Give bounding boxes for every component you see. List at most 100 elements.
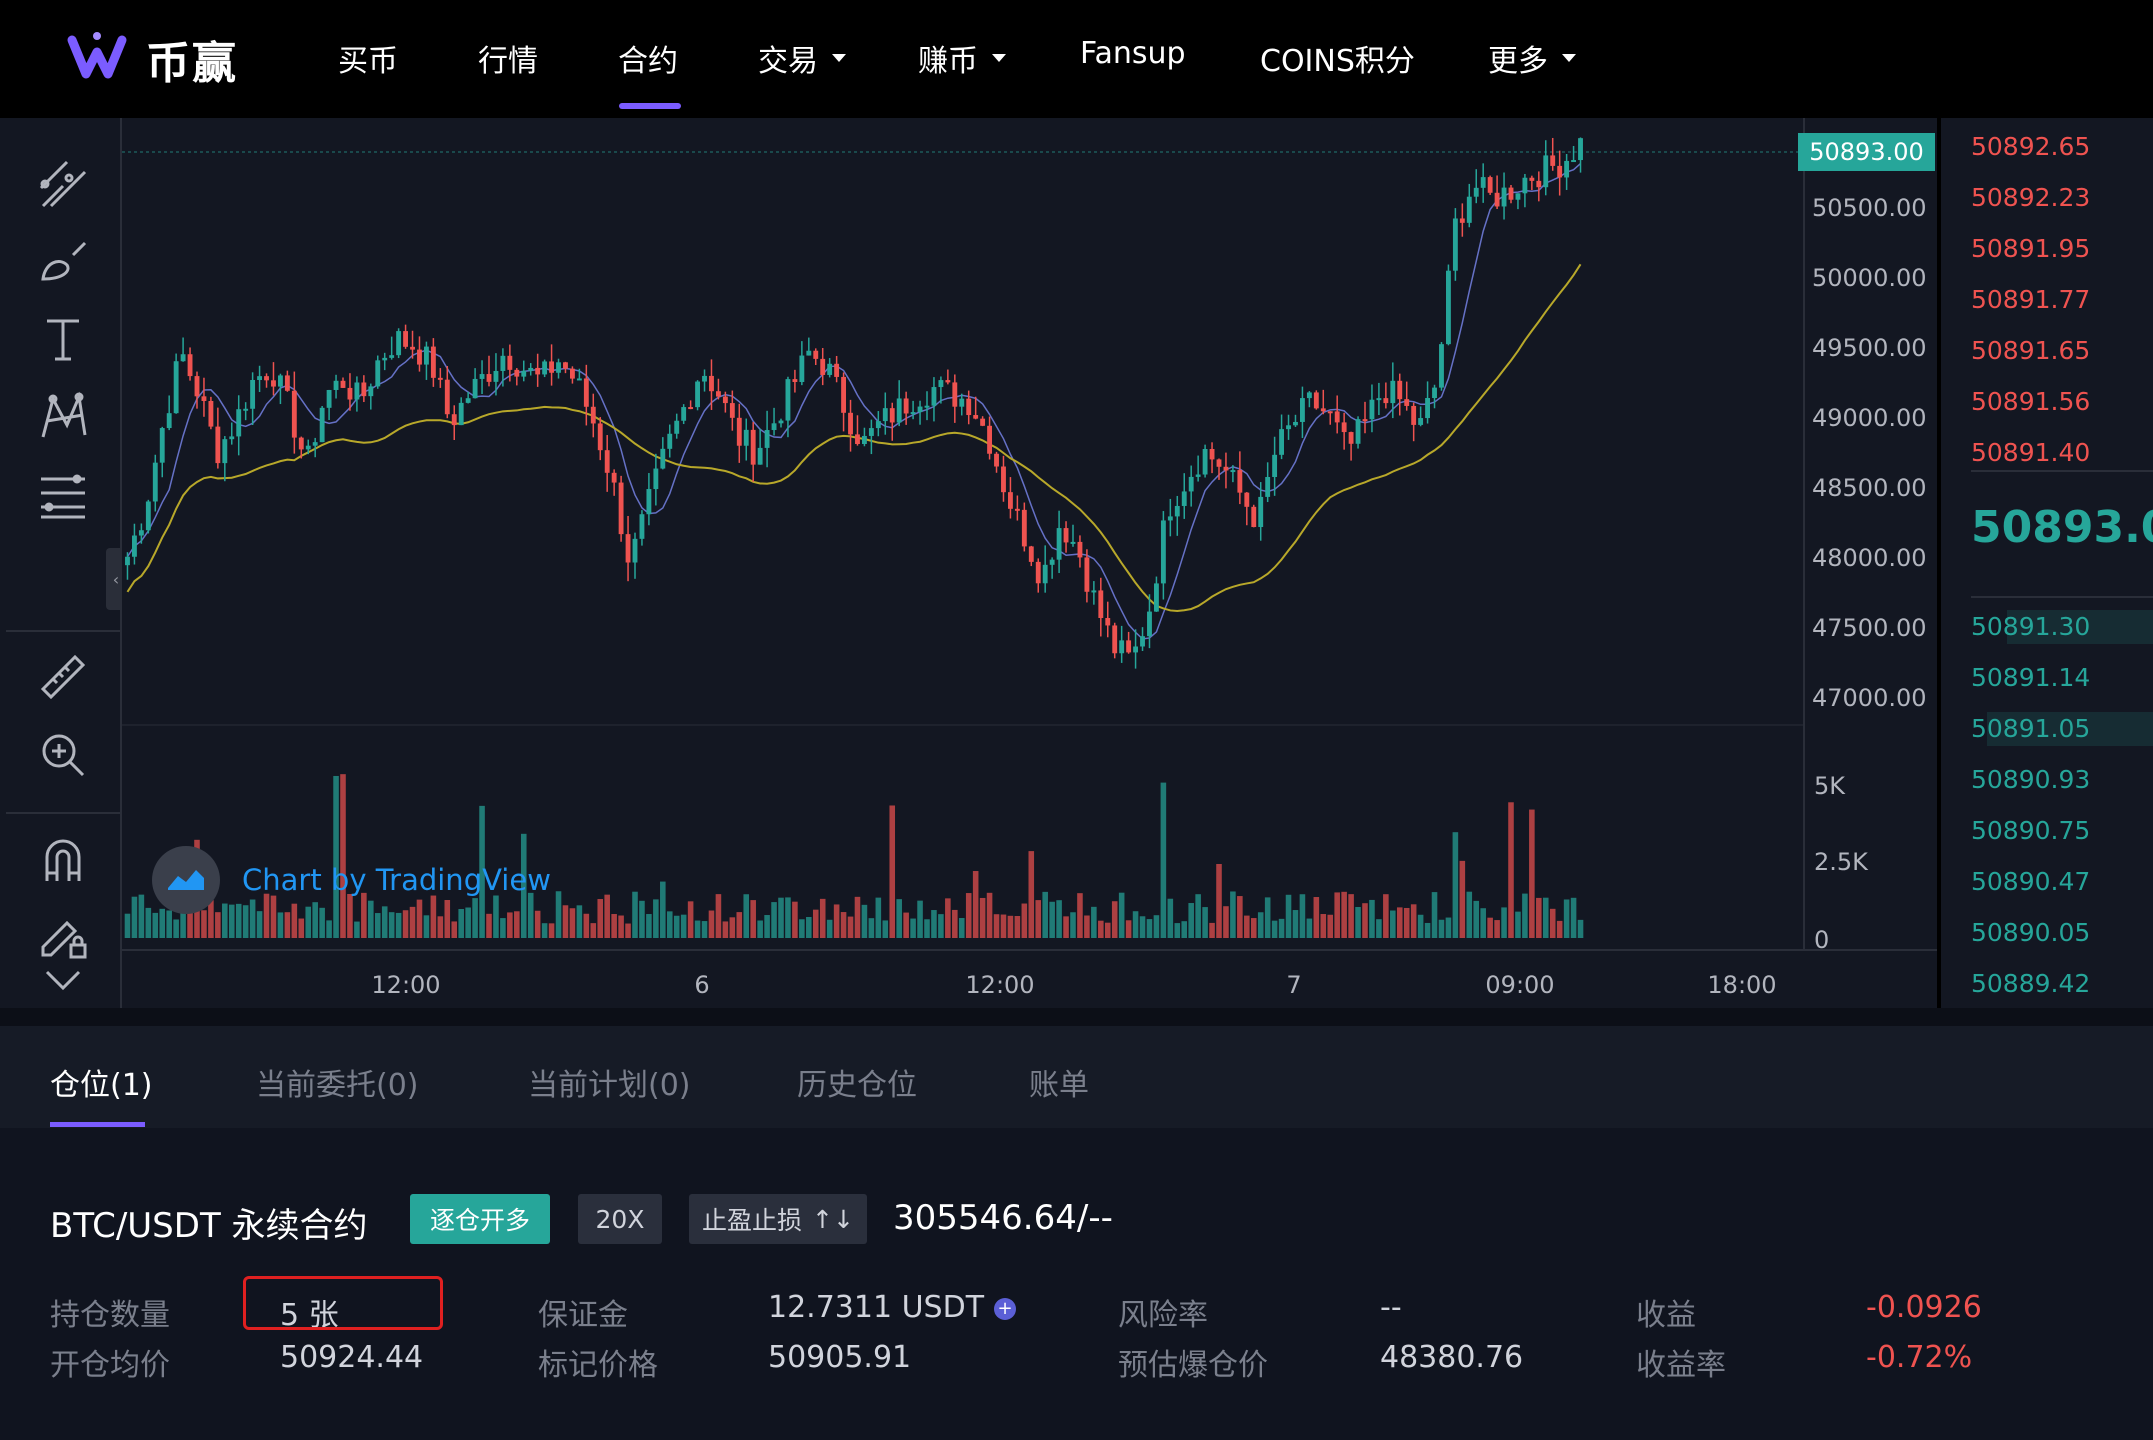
volume-bar bbox=[1306, 918, 1313, 938]
candle-body bbox=[1306, 392, 1312, 399]
candle-body bbox=[660, 448, 666, 469]
price-chart[interactable]: 50500.00 50000.00 49500.00 49000.00 48500.00… bbox=[122, 118, 1937, 1008]
candle-body bbox=[952, 382, 958, 407]
orderbook-ask-row[interactable]: 50891.40 bbox=[1941, 432, 2153, 472]
candle-body bbox=[1334, 411, 1340, 423]
candle-body bbox=[347, 387, 353, 400]
orderbook-ask-row[interactable]: 50891.77 bbox=[1941, 279, 2153, 319]
tab-bills[interactable]: 账单 bbox=[1029, 1060, 1089, 1104]
ask-price: 50891.56 bbox=[1971, 386, 2091, 416]
orderbook-bid-row[interactable]: 50889.42 bbox=[1941, 963, 2153, 1003]
add-margin-icon[interactable]: + bbox=[994, 1297, 1017, 1320]
candle-body bbox=[1439, 344, 1444, 388]
candle-body bbox=[646, 489, 652, 515]
orderbook-bid-row[interactable]: 50891.30 bbox=[1941, 606, 2153, 646]
nav-buy-crypto[interactable]: 买币 bbox=[338, 36, 398, 80]
volume-bar bbox=[1070, 912, 1076, 938]
candle-body bbox=[743, 429, 749, 446]
orderbook-ask-row[interactable]: 50891.65 bbox=[1941, 330, 2153, 370]
volume-bar bbox=[1021, 903, 1028, 938]
orderbook-bid-row[interactable]: 50891.05 bbox=[1941, 708, 2153, 748]
zoom-in-icon[interactable] bbox=[32, 724, 94, 786]
candle-body bbox=[702, 375, 707, 382]
volume-bar bbox=[1438, 919, 1445, 938]
nav-earn[interactable]: 赚币 bbox=[918, 36, 1006, 80]
volume-bar bbox=[952, 909, 958, 938]
bid-price: 50890.93 bbox=[1971, 764, 2091, 794]
volume-bar bbox=[694, 920, 701, 938]
tab-open-orders[interactable]: 当前委托(0) bbox=[256, 1060, 419, 1104]
volume-bar bbox=[1056, 900, 1062, 938]
margin-label: 保证金 bbox=[538, 1298, 628, 1333]
candle-body bbox=[257, 376, 263, 380]
brand-logo[interactable]: 币赢 bbox=[66, 24, 238, 94]
orderbook-ask-row[interactable]: 50891.56 bbox=[1941, 381, 2153, 421]
avg-open-label: 开仓均价 bbox=[50, 1348, 170, 1383]
tab-plan-orders[interactable]: 当前计划(0) bbox=[528, 1060, 691, 1104]
nav-more[interactable]: 更多 bbox=[1488, 36, 1576, 80]
price-tick-label: 47500.00 bbox=[1812, 614, 1927, 642]
volume-bar bbox=[1480, 908, 1486, 938]
nav-coins-points[interactable]: COINS积分 bbox=[1260, 36, 1415, 80]
tab-active-indicator bbox=[50, 1122, 145, 1127]
candle-body bbox=[556, 362, 561, 373]
ma-fast-line bbox=[126, 163, 1582, 640]
orderbook-bid-row[interactable]: 50890.05 bbox=[1941, 912, 2153, 952]
volume-bar bbox=[1515, 911, 1521, 938]
orderbook-ask-row[interactable]: 50891.95 bbox=[1941, 228, 2153, 268]
trendline-icon[interactable] bbox=[32, 153, 94, 215]
magnet-icon[interactable] bbox=[32, 830, 94, 892]
orderbook-ask-row[interactable]: 50892.23 bbox=[1941, 177, 2153, 217]
tradingview-watermark[interactable]: Chart by TradingView bbox=[152, 846, 551, 914]
ask-price: 50892.65 bbox=[1971, 131, 2091, 161]
volume-bar bbox=[576, 905, 583, 938]
bid-price: 50891.05 bbox=[1971, 713, 2091, 743]
candle-body bbox=[1070, 541, 1076, 544]
candle-body bbox=[757, 447, 763, 465]
chevron-down-icon[interactable] bbox=[32, 960, 94, 1000]
leverage-badge[interactable]: 20X bbox=[578, 1194, 662, 1244]
candle-body bbox=[1244, 492, 1250, 507]
candle-body bbox=[806, 350, 812, 356]
candle-body bbox=[382, 357, 388, 361]
brand-logo-icon bbox=[67, 32, 127, 79]
candle-body bbox=[1258, 496, 1264, 528]
orderbook-bid-row[interactable]: 50890.75 bbox=[1941, 810, 2153, 850]
text-icon[interactable] bbox=[32, 308, 94, 370]
brush-icon[interactable] bbox=[32, 230, 94, 292]
candle-body bbox=[1299, 398, 1305, 422]
candle-body bbox=[1174, 505, 1180, 517]
candle-body bbox=[1042, 564, 1048, 584]
ask-price: 50892.23 bbox=[1971, 182, 2091, 212]
nav-trade[interactable]: 交易 bbox=[758, 36, 846, 80]
candle-body bbox=[326, 389, 332, 408]
candle-body bbox=[152, 462, 158, 502]
caret-down-icon bbox=[1562, 54, 1576, 62]
candle-body bbox=[312, 442, 318, 446]
tpsl-button[interactable]: 止盈止损 ↑↓ bbox=[689, 1194, 867, 1244]
pattern-icon[interactable] bbox=[32, 386, 94, 448]
lock-draw-icon[interactable] bbox=[32, 904, 94, 966]
volume-bar bbox=[138, 894, 145, 938]
orderbook-bid-row[interactable]: 50890.47 bbox=[1941, 861, 2153, 901]
volume-bar bbox=[715, 894, 722, 938]
candle-body bbox=[479, 374, 485, 379]
fib-icon[interactable] bbox=[32, 464, 94, 526]
nav-markets[interactable]: 行情 bbox=[478, 36, 538, 80]
volume-bar bbox=[534, 910, 541, 938]
orderbook-bid-row[interactable]: 50891.14 bbox=[1941, 657, 2153, 697]
ruler-icon[interactable] bbox=[32, 646, 94, 708]
orderbook-bid-row[interactable]: 50890.93 bbox=[1941, 759, 2153, 799]
tab-position-history[interactable]: 历史仓位 bbox=[797, 1060, 917, 1104]
orderbook-ask-row[interactable]: 50892.65 bbox=[1941, 126, 2153, 166]
mark-price-label: 标记价格 bbox=[538, 1348, 658, 1383]
candle-body bbox=[472, 378, 478, 399]
candle-body bbox=[590, 406, 596, 424]
candle-body bbox=[1140, 636, 1145, 647]
nav-fansup[interactable]: Fansup bbox=[1080, 36, 1186, 71]
candle-body bbox=[361, 382, 367, 397]
nav-futures[interactable]: 合约 bbox=[618, 36, 678, 80]
volume-bar bbox=[799, 919, 805, 938]
tab-positions[interactable]: 仓位(1) bbox=[50, 1060, 153, 1104]
volume-bar bbox=[1000, 914, 1007, 938]
